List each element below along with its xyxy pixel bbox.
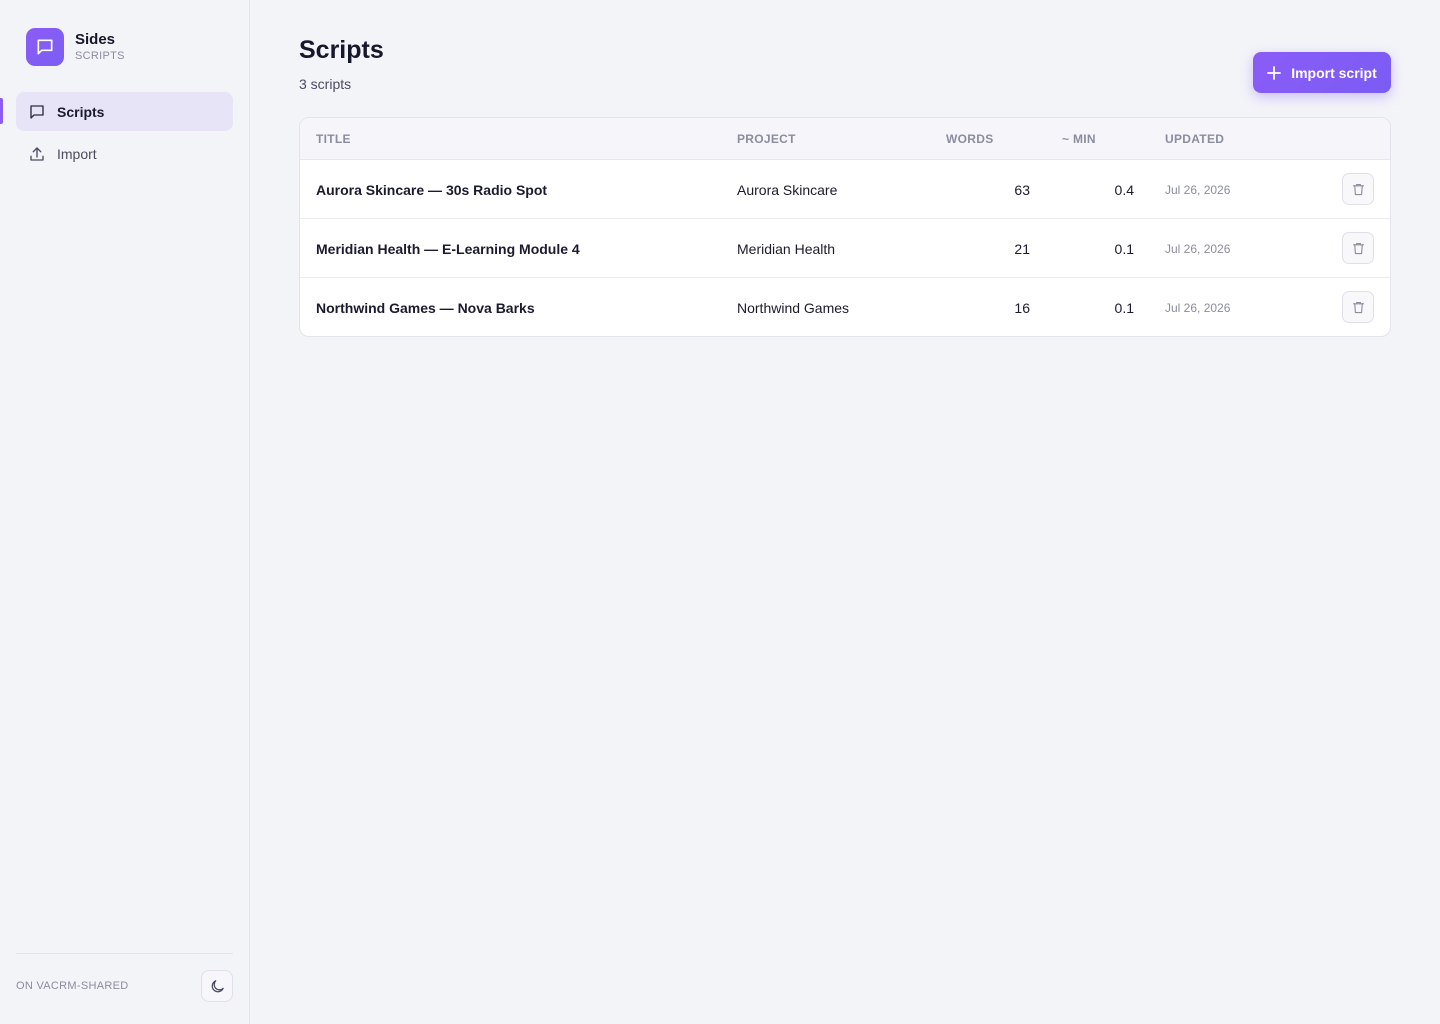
sidebar: Sides SCRIPTS Scripts Import ON VACRM-SH… [0,0,250,1024]
page-title: Scripts [299,36,384,64]
script-count: 3 scripts [299,76,352,92]
brand[interactable]: Sides SCRIPTS [26,28,125,66]
script-updated: Jul 26, 2026 [1165,301,1231,315]
column-header-updated[interactable]: UPDATED [1165,132,1224,146]
brand-subtitle: SCRIPTS [75,50,125,62]
sidebar-item-scripts[interactable]: Scripts [16,92,233,131]
trash-icon [1351,300,1366,315]
delete-button[interactable] [1342,173,1374,205]
plus-icon [1267,65,1282,80]
script-minutes: 0.1 [1114,241,1134,257]
sidebar-divider [16,953,233,954]
environment-label: ON VACRM-SHARED [16,980,129,992]
column-header-min[interactable]: ~ MIN [1062,132,1096,146]
scripts-table: TITLE PROJECT WORDS ~ MIN UPDATED Aurora… [299,117,1391,337]
script-title[interactable]: Northwind Games — Nova Barks [316,300,535,316]
script-minutes: 0.1 [1114,300,1134,316]
column-header-title[interactable]: TITLE [316,132,351,146]
delete-button[interactable] [1342,291,1374,323]
script-updated: Jul 26, 2026 [1165,242,1231,256]
sidebar-item-label: Scripts [57,103,105,120]
script-words: 63 [1014,182,1030,198]
script-title[interactable]: Meridian Health — E-Learning Module 4 [316,241,580,257]
active-nav-marker [0,98,3,124]
moon-icon [209,978,226,995]
script-title[interactable]: Aurora Skincare — 30s Radio Spot [316,182,547,198]
theme-toggle-button[interactable] [201,970,233,1002]
script-words: 16 [1014,300,1030,316]
table-row[interactable]: Meridian Health — E-Learning Module 4 Me… [300,219,1390,278]
column-header-project[interactable]: PROJECT [737,132,796,146]
trash-icon [1351,241,1366,256]
chat-bubble-icon [26,28,64,66]
table-header: TITLE PROJECT WORDS ~ MIN UPDATED [300,118,1390,160]
table-row[interactable]: Northwind Games — Nova Barks Northwind G… [300,278,1390,336]
sidebar-item-label: Import [57,145,97,162]
script-updated: Jul 26, 2026 [1165,183,1231,197]
import-script-button[interactable]: Import script [1253,52,1391,93]
trash-icon [1351,182,1366,197]
chat-bubble-icon [28,103,46,121]
sidebar-item-import[interactable]: Import [16,134,233,173]
upload-icon [28,145,46,163]
column-header-words[interactable]: WORDS [946,132,994,146]
brand-name: Sides [75,31,116,48]
script-project: Northwind Games [737,300,850,316]
table-row[interactable]: Aurora Skincare — 30s Radio Spot Aurora … [300,160,1390,219]
import-script-label: Import script [1291,64,1377,81]
script-project: Aurora Skincare [737,182,838,198]
script-words: 21 [1014,241,1030,257]
delete-button[interactable] [1342,232,1374,264]
script-minutes: 0.4 [1114,182,1134,198]
sidebar-nav: Scripts Import [16,92,233,176]
script-project: Meridian Health [737,241,836,257]
